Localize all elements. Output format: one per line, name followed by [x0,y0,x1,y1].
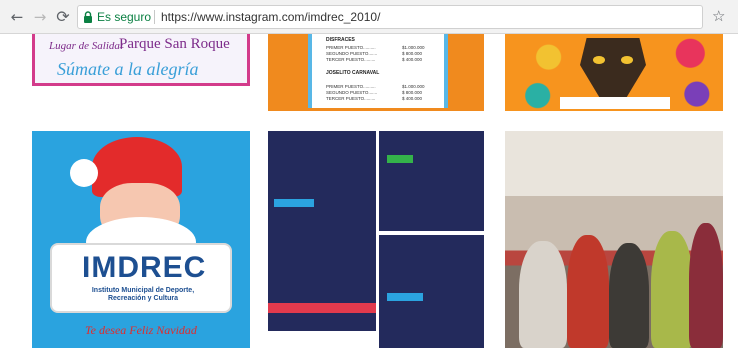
arrow-right-icon: → [33,8,47,26]
person-figure [519,241,567,348]
imdrec-logo-text: IMDREC [82,251,207,284]
reload-icon: ⟳ [56,7,70,26]
schedule-day-tag [387,293,423,301]
post-meeting-photo[interactable] [505,131,723,348]
prize-heading: DISFRACES [326,37,355,43]
person-figure [689,223,723,348]
lugar-label: Lugar de Salida: [49,40,124,52]
bookmark-button[interactable]: ☆ [712,7,725,25]
post-imdrec-navidad[interactable]: IMDREC Instituto Municipal de Deporte, R… [32,131,250,348]
omnibox-divider [154,10,155,24]
reload-button[interactable]: ⟳ [54,8,72,26]
prize-row-amount: $ 800.000 [402,51,423,56]
mask-eye [593,56,605,64]
institute-name: Instituto Municipal de Deporte, Recreaci… [91,287,195,302]
schedule-footer-bar [268,303,376,313]
banner-box: Lugar de Salida: Parque San Roque Súmate… [32,34,250,86]
feliz-navidad-text: Te desea Feliz Navidad [85,323,197,337]
post-lugar-de-salida[interactable]: Lugar de Salida: Parque San Roque Súmate… [32,34,250,111]
prize-row-label: TERCER PUESTO......... [326,96,376,101]
mask-illustration [580,38,646,98]
prize-row-label: SEGUNDO PUESTO....... [326,90,378,95]
schedule-day-tag [274,199,314,207]
prize-row-amount: $ 400.000 [402,96,423,101]
prize-heading: JOSELITO CARNAVAL [326,70,380,76]
sponsor-logos-strip [560,97,670,109]
prize-row-label: PRIMER PUESTO.......... [326,45,376,50]
person-figure [567,235,609,348]
schedule-panel [379,235,484,348]
prize-row-amount: $1.000.000 [402,84,425,89]
forward-button[interactable]: → [31,8,49,26]
arrow-left-icon: ← [10,8,24,26]
person-figure [651,231,693,348]
back-button[interactable]: ← [8,8,26,26]
sumate-label: Súmate a la alegría [57,59,199,79]
address-bar[interactable]: Es seguro https://www.instagram.com/imdr… [77,5,703,29]
security-label[interactable]: Es seguro [97,10,151,24]
schedule-panel [268,131,376,331]
star-icon: ☆ [712,7,726,25]
prize-row-label: TERCER PUESTO......... [326,57,376,62]
prize-row-label: SEGUNDO PUESTO....... [326,51,378,56]
parque-label: Parque San Roque [119,36,230,52]
schedule-panel [379,131,484,231]
url-text[interactable]: https://www.instagram.com/imdrec_2010/ [161,10,380,24]
post-event-schedule[interactable] [268,131,484,348]
prize-row-amount: $ 800.000 [402,90,423,95]
prize-sheet: DISFRACES PRIMER PUESTO.......... $1.000… [308,34,448,108]
prize-row-amount: $ 400.000 [402,57,423,62]
imdrec-logo-banner: IMDREC Instituto Municipal de Deporte, R… [50,243,232,313]
post-premios[interactable]: DISFRACES PRIMER PUESTO.......... $1.000… [268,34,484,111]
browser-toolbar: ← → ⟳ Es seguro https://www.instagram.co… [0,0,738,34]
mask-eye [621,56,633,64]
santa-hat-pompom [70,159,98,187]
person-figure [609,243,649,348]
post-carnival-mask[interactable] [505,34,723,111]
prize-row-amount: $1.000.000 [402,45,425,50]
schedule-day-tag [387,155,413,163]
lock-icon [84,11,92,23]
prize-row-label: PRIMER PUESTO.......... [326,84,376,89]
